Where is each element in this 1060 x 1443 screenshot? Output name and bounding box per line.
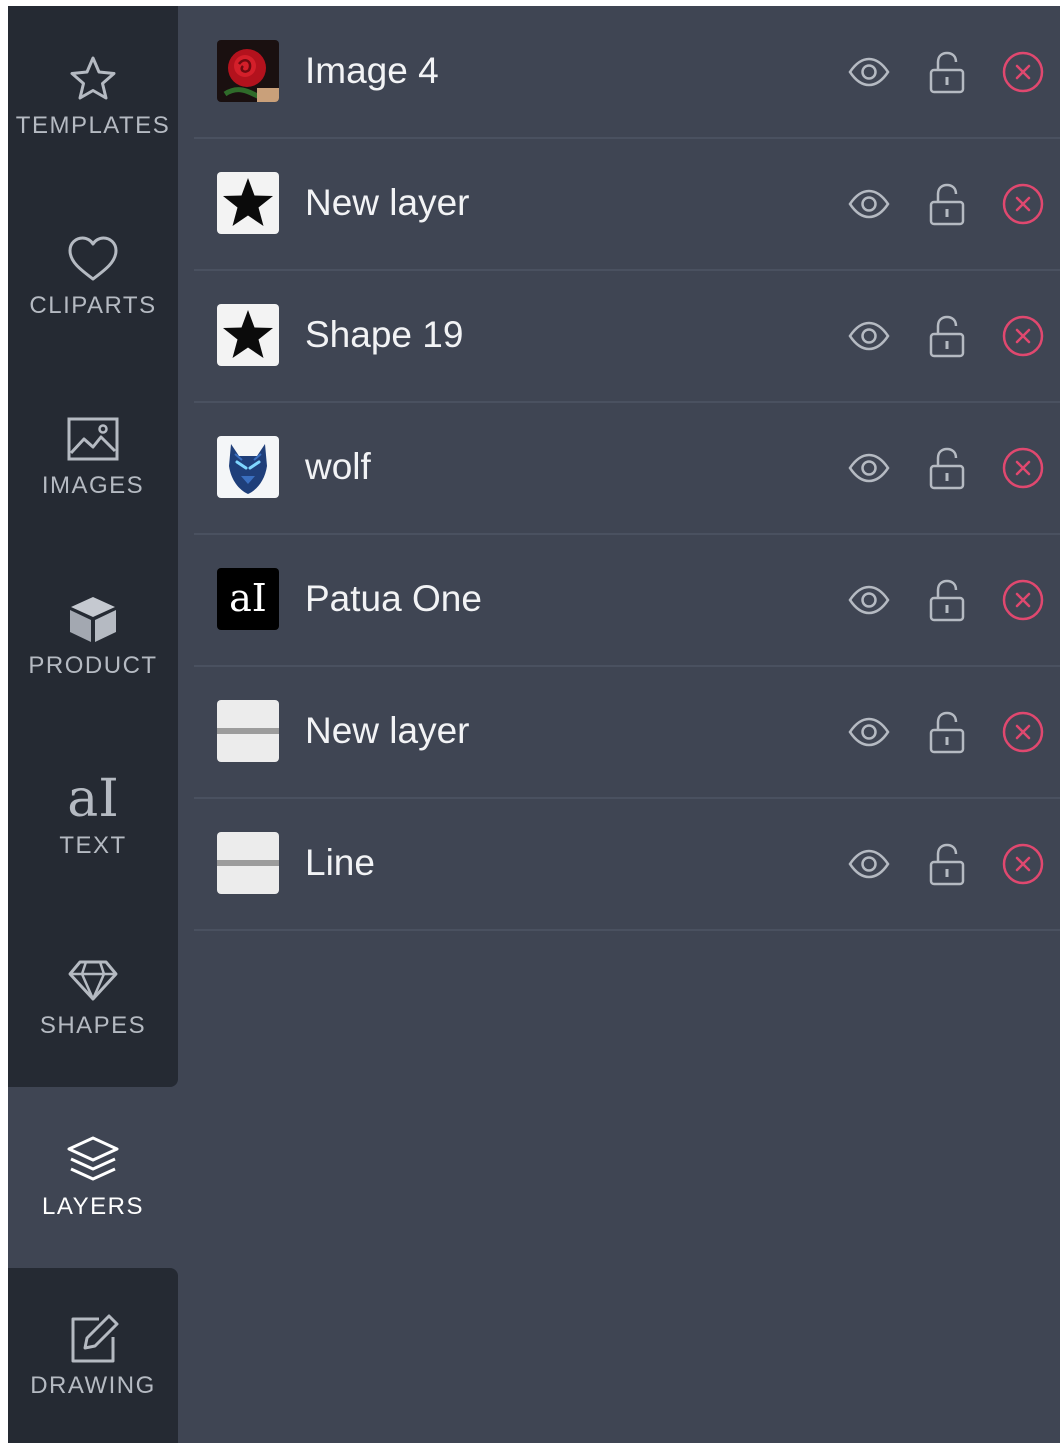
- eye-icon[interactable]: [847, 842, 891, 886]
- sidebar-item-label: TEMPLATES: [15, 112, 171, 139]
- layers-icon: [65, 1132, 121, 1188]
- sidebar-item-label: IMAGES: [41, 472, 145, 499]
- sidebar-item-drawing[interactable]: DRAWING: [8, 1268, 178, 1443]
- diamond-icon: [65, 951, 121, 1007]
- image-icon: [65, 411, 121, 467]
- text-thumbnail-glyph: aI: [229, 576, 267, 620]
- sidebar-item-label: TEXT: [59, 832, 127, 859]
- layer-name: wolf: [305, 446, 371, 487]
- delete-icon[interactable]: [1001, 710, 1045, 754]
- sidebar-item-cliparts[interactable]: CLIPARTS: [8, 186, 178, 366]
- eye-icon[interactable]: [847, 182, 891, 226]
- sidebar-item-templates[interactable]: TEMPLATES: [8, 6, 178, 186]
- layer-row[interactable]: New layer: [194, 666, 1060, 799]
- star-thumbnail: [217, 172, 279, 234]
- sidebar-item-label: PRODUCT: [28, 652, 158, 679]
- layer-row[interactable]: wolf: [194, 402, 1060, 535]
- layer-name: New layer: [305, 710, 470, 751]
- rose-thumbnail: [217, 40, 279, 102]
- delete-icon[interactable]: [1001, 446, 1045, 490]
- layer-name: Patua One: [305, 578, 482, 619]
- layer-name: Line: [305, 842, 375, 883]
- sidebar-item-text[interactable]: aI TEXT: [8, 726, 178, 906]
- layer-row[interactable]: Shape 19: [194, 270, 1060, 403]
- layer-row[interactable]: aI Patua One: [194, 534, 1060, 667]
- unlock-icon[interactable]: [925, 446, 969, 490]
- delete-icon[interactable]: [1001, 182, 1045, 226]
- eye-icon[interactable]: [847, 50, 891, 94]
- sidebar-item-label: DRAWING: [30, 1371, 156, 1399]
- text-thumbnail: aI: [217, 568, 279, 630]
- delete-icon[interactable]: [1001, 50, 1045, 94]
- layer-name: New layer: [305, 182, 470, 223]
- layer-name: Shape 19: [305, 314, 464, 355]
- star-thumbnail: [217, 304, 279, 366]
- unlock-icon[interactable]: [925, 50, 969, 94]
- sidebar-item-product[interactable]: PRODUCT: [8, 546, 178, 726]
- layer-row[interactable]: New layer: [194, 138, 1060, 271]
- eye-icon[interactable]: [847, 446, 891, 490]
- unlock-icon[interactable]: [925, 710, 969, 754]
- delete-icon[interactable]: [1001, 578, 1045, 622]
- line-thumbnail: [217, 700, 279, 762]
- line-thumbnail: [217, 832, 279, 894]
- eye-icon[interactable]: [847, 710, 891, 754]
- heart-icon: [65, 231, 121, 287]
- unlock-icon[interactable]: [925, 842, 969, 886]
- delete-icon[interactable]: [1001, 842, 1045, 886]
- unlock-icon[interactable]: [925, 314, 969, 358]
- sidebar-item-images[interactable]: IMAGES: [8, 366, 178, 546]
- cube-icon: [65, 591, 121, 647]
- sidebar-item-label: SHAPES: [39, 1012, 147, 1039]
- sidebar-item-layers[interactable]: LAYERS: [8, 1087, 178, 1267]
- eye-icon[interactable]: [847, 578, 891, 622]
- star-icon: [65, 51, 121, 107]
- eye-icon[interactable]: [847, 314, 891, 358]
- layers-app: TEMPLATES CLIPARTS IMAGES PRODUCT aI TEX…: [8, 6, 1060, 1443]
- text-icon: aI: [67, 769, 119, 829]
- unlock-icon[interactable]: [925, 182, 969, 226]
- wolf-thumbnail: [217, 436, 279, 498]
- layer-name: Image 4: [305, 50, 439, 91]
- delete-icon[interactable]: [1001, 314, 1045, 358]
- sidebar-item-label: CLIPARTS: [29, 292, 157, 319]
- layer-row[interactable]: Line: [194, 798, 1060, 931]
- sidebar-item-label: LAYERS: [42, 1193, 144, 1220]
- layer-row[interactable]: Image 4: [194, 6, 1060, 139]
- sidebar-item-shapes[interactable]: SHAPES: [8, 906, 178, 1086]
- sidebar: TEMPLATES CLIPARTS IMAGES PRODUCT aI TEX…: [8, 6, 178, 1443]
- unlock-icon[interactable]: [925, 578, 969, 622]
- edit-icon: [65, 1311, 121, 1367]
